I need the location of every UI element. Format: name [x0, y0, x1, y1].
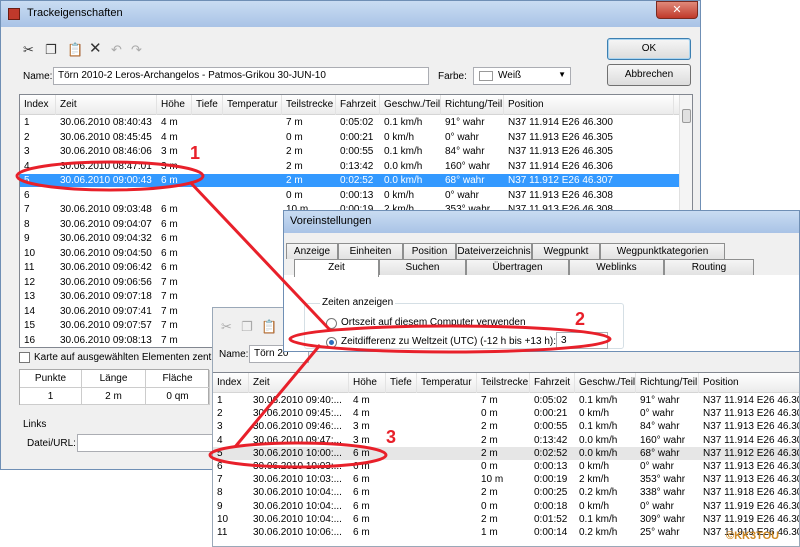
annotation-arrow-2-3 [233, 344, 322, 448]
annotation-badge-2: 2 [575, 309, 586, 329]
annotation-ellipse-2 [288, 324, 612, 354]
watermark: ©KK3TOU [726, 530, 780, 542]
annotation-ellipse-1 [15, 160, 205, 192]
annotation-badge-1: 1 [190, 143, 201, 163]
annotation-overlay [15, 160, 612, 469]
tab-zeit[interactable]: Zeit [294, 259, 379, 277]
annotation-badge-3: 3 [386, 427, 397, 447]
annotation-arrow-1-2 [188, 180, 332, 332]
